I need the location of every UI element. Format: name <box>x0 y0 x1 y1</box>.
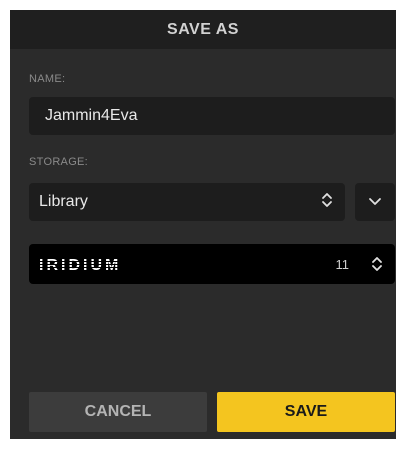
name-label: NAME: <box>29 73 66 85</box>
cancel-button[interactable]: CANCEL <box>29 392 207 432</box>
svg-text:IRIDIUM: IRIDIUM <box>39 257 121 272</box>
chevron-down-icon <box>368 193 382 211</box>
device-selector[interactable]: IRIDIUM 11 <box>29 244 395 284</box>
cancel-button-label: CANCEL <box>84 403 152 420</box>
up-down-chevron-icon[interactable] <box>371 255 383 273</box>
save-as-dialog: SAVE AS NAME: STORAGE: Library <box>10 10 396 439</box>
dialog-titlebar: SAVE AS <box>10 10 396 49</box>
storage-select[interactable]: Library <box>29 183 345 221</box>
device-count: 11 <box>335 256 350 272</box>
save-button[interactable]: SAVE <box>217 392 395 432</box>
dialog-title: SAVE AS <box>167 20 239 38</box>
up-down-chevron-icon <box>321 191 333 214</box>
storage-label: STORAGE: <box>29 156 89 168</box>
storage-dropdown-button[interactable] <box>355 183 395 221</box>
storage-selected-value: Library <box>39 193 88 210</box>
name-input[interactable] <box>29 97 395 135</box>
iridium-logo: IRIDIUM <box>39 256 121 272</box>
save-button-label: SAVE <box>284 403 328 420</box>
